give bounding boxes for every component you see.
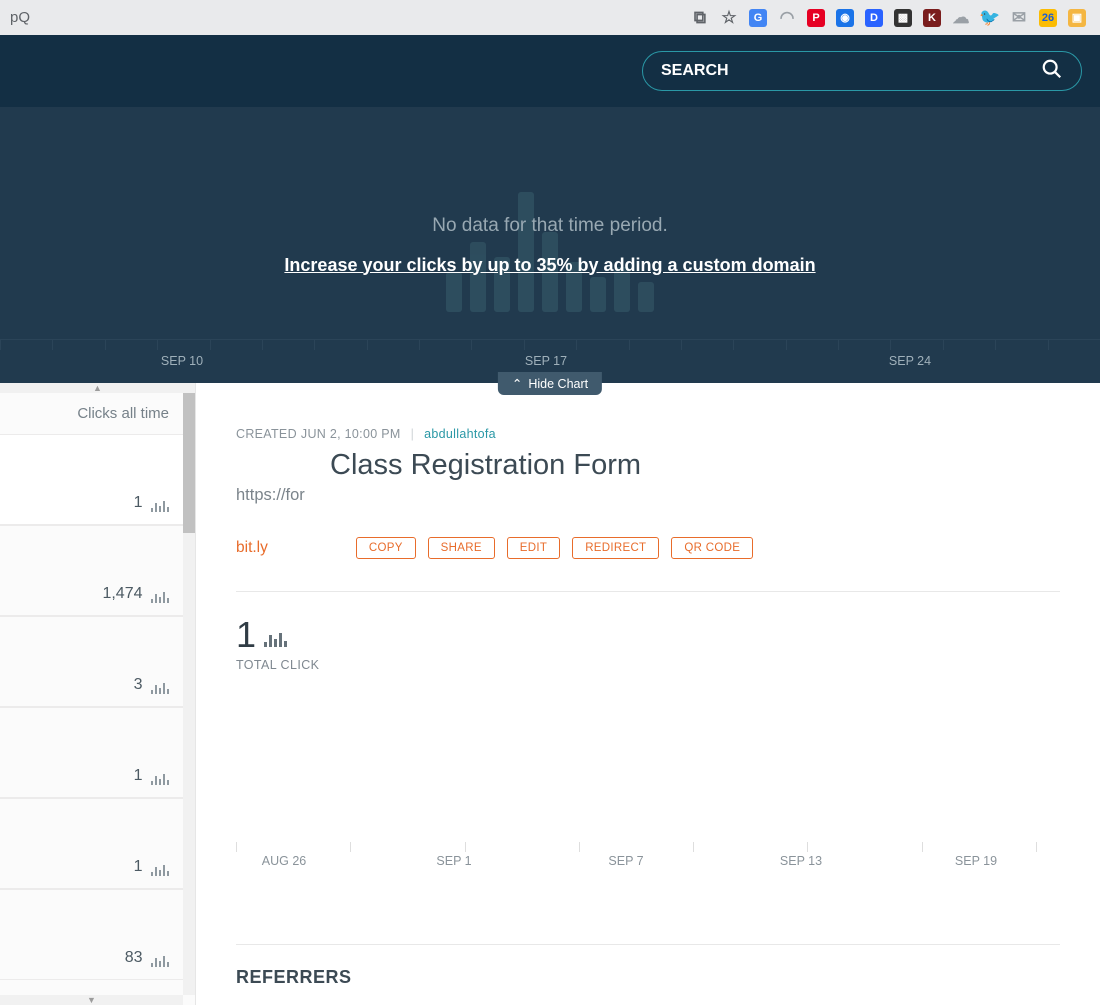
meta-row: CREATED JUN 2, 10:00 PM | abdullahtofa bbox=[236, 427, 1060, 441]
long-url: https://for bbox=[236, 486, 1060, 505]
sidebar-item[interactable]: 1 bbox=[0, 434, 195, 525]
calendar-icon[interactable]: 26 bbox=[1039, 9, 1057, 27]
mini-axis-label: AUG 26 bbox=[262, 854, 306, 868]
no-data-text: No data for that time period. bbox=[432, 215, 668, 237]
scroll-up-icon[interactable]: ▲ bbox=[0, 383, 195, 393]
page-title: Class Registration Form bbox=[236, 449, 1060, 482]
scrollbar-thumb[interactable] bbox=[183, 393, 195, 533]
pinterest-icon[interactable]: P bbox=[807, 9, 825, 27]
sidebar-item[interactable]: 3 bbox=[0, 616, 195, 707]
mini-axis-label: SEP 1 bbox=[436, 854, 471, 868]
gallery-icon[interactable]: ▣ bbox=[1068, 9, 1086, 27]
short-link[interactable]: bit.ly bbox=[236, 539, 268, 557]
sparkline-icon bbox=[151, 683, 170, 694]
mail-icon[interactable]: ✉ bbox=[1010, 9, 1028, 27]
sparkline-icon bbox=[151, 592, 170, 603]
star-icon[interactable]: ☆ bbox=[720, 9, 738, 27]
created-prefix: CREATED bbox=[236, 427, 297, 441]
author-link[interactable]: abdullahtofa bbox=[424, 427, 496, 441]
bird-icon[interactable]: 🐦 bbox=[981, 9, 999, 27]
promo-link[interactable]: Increase your clicks by up to 35% by add… bbox=[284, 255, 815, 276]
created-date: JUN 2, 10:00 PM bbox=[301, 427, 401, 441]
devices-icon[interactable]: ⧉ bbox=[691, 9, 709, 27]
sidebar-item[interactable]: 1 bbox=[0, 798, 195, 889]
translate-icon[interactable]: G bbox=[749, 9, 767, 27]
sidebar-item-count: 1 bbox=[134, 858, 143, 876]
total-click-label: TOTAL CLICK bbox=[236, 658, 1060, 672]
divider bbox=[236, 944, 1060, 945]
search-icon bbox=[1041, 58, 1063, 85]
sidebar-item-count: 1 bbox=[134, 494, 143, 512]
mini-axis-label: SEP 7 bbox=[608, 854, 643, 868]
camera-icon[interactable]: ◉ bbox=[836, 9, 854, 27]
edit-button[interactable]: EDIT bbox=[507, 537, 560, 559]
mini-chart bbox=[236, 802, 1060, 842]
sparkline-icon bbox=[151, 956, 170, 967]
hide-chart-button[interactable]: ⌃ Hide Chart bbox=[498, 372, 602, 395]
pattern-icon[interactable]: ▩ bbox=[894, 9, 912, 27]
scroll-down-icon[interactable]: ▼ bbox=[0, 995, 183, 1005]
top-chart-area: No data for that time period. Increase y… bbox=[0, 107, 1100, 383]
cloud-icon[interactable]: ☁ bbox=[952, 9, 970, 27]
action-row: bit.ly COPY SHARE EDIT REDIRECT QR CODE bbox=[236, 537, 1060, 592]
axis-label: SEP 17 bbox=[525, 354, 567, 368]
qr-code-button[interactable]: QR CODE bbox=[671, 537, 753, 559]
sidebar-item-count: 3 bbox=[134, 676, 143, 694]
search-placeholder: SEARCH bbox=[661, 62, 729, 80]
sparkline-icon bbox=[151, 865, 170, 876]
sparkline-icon bbox=[151, 774, 170, 785]
sidebar-item[interactable]: 1,474 bbox=[0, 525, 195, 616]
search-input[interactable]: SEARCH bbox=[642, 51, 1082, 91]
hide-chart-label: Hide Chart bbox=[528, 377, 588, 391]
redirect-button[interactable]: REDIRECT bbox=[572, 537, 659, 559]
d-icon[interactable]: D bbox=[865, 9, 883, 27]
url-fragment: pQ bbox=[8, 9, 30, 26]
content-row: ▲ Clicks all time 1 1,474 3 1 1 83 ▼ CREATED … bbox=[0, 383, 1100, 1005]
app-header: SEARCH bbox=[0, 35, 1100, 107]
referrers-heading: REFERRERS bbox=[236, 967, 1060, 988]
chart-placeholder-icon bbox=[446, 192, 654, 312]
sidebar-item-count: 83 bbox=[125, 949, 143, 967]
mini-axis-label: SEP 19 bbox=[955, 854, 997, 868]
browser-chrome: pQ ⧉ ☆ G ◠ P ◉ D ▩ K ☁ 🐦 ✉ 26 ▣ bbox=[0, 0, 1100, 35]
sparkline-icon bbox=[151, 501, 170, 512]
mini-axis-label: SEP 13 bbox=[780, 854, 822, 868]
sidebar-item-count: 1 bbox=[134, 767, 143, 785]
sidebar: ▲ Clicks all time 1 1,474 3 1 1 83 ▼ bbox=[0, 383, 196, 1005]
mini-chart-axis: AUG 26 SEP 1 SEP 7 SEP 13 SEP 19 bbox=[236, 842, 1060, 876]
meta-separator: | bbox=[411, 427, 415, 441]
sidebar-header: Clicks all time bbox=[0, 393, 195, 434]
sidebar-scrollbar[interactable] bbox=[183, 393, 195, 995]
vpn-icon[interactable]: ◠ bbox=[778, 9, 796, 27]
extension-row: ⧉ ☆ G ◠ P ◉ D ▩ K ☁ 🐦 ✉ 26 ▣ bbox=[691, 9, 1092, 27]
k-icon[interactable]: K bbox=[923, 9, 941, 27]
axis-label: SEP 24 bbox=[889, 354, 931, 368]
sidebar-item[interactable]: 83 bbox=[0, 889, 195, 980]
sidebar-item[interactable]: 1 bbox=[0, 707, 195, 798]
sparkline-icon bbox=[264, 633, 287, 647]
copy-button[interactable]: COPY bbox=[356, 537, 416, 559]
detail-panel: CREATED JUN 2, 10:00 PM | abdullahtofa C… bbox=[196, 383, 1100, 1005]
chevron-up-icon: ⌃ bbox=[512, 376, 522, 391]
total-clicks: 1 TOTAL CLICK bbox=[236, 614, 1060, 672]
sidebar-item-count: 1,474 bbox=[102, 585, 142, 603]
axis-label: SEP 10 bbox=[161, 354, 203, 368]
total-click-count: 1 bbox=[236, 614, 256, 656]
share-button[interactable]: SHARE bbox=[428, 537, 495, 559]
